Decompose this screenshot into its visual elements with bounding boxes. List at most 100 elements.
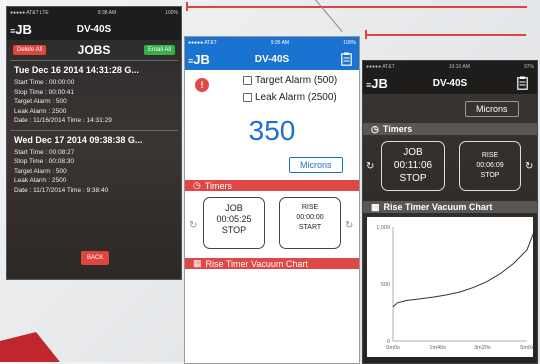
reset-job-timer-icon[interactable]: ↻ (366, 161, 374, 172)
device-title: DV-40S (432, 77, 468, 89)
brand-label: JB (15, 21, 32, 37)
job-date: Date : 11/16/2014 Time : 14:31:29 (14, 117, 112, 124)
back-button[interactable]: BACK (81, 251, 110, 265)
checkbox-box (243, 93, 252, 102)
job-start-time: Start Time : 00:08:27 (14, 148, 75, 156)
chart-label: Rise Timer Vacuum Chart (383, 202, 493, 212)
job-leak-alarm: Leak Alarm : 2500 (14, 107, 67, 115)
rise-timer-time: 00:06:09 (476, 162, 504, 169)
status-time: 10:10 AM (448, 63, 470, 70)
rise-timer-chart: 0 500 1,000 0m0s 1m40s 3m20s 5m0s (367, 217, 537, 357)
nav-bar: ≡JB DV-40S (7, 18, 181, 40)
phone-chart-screen: ●●●●● AT&T 10:10 AM 97% ≡JB DV-40S Micro… (362, 60, 538, 364)
menu-logo-button[interactable]: ≡JB (7, 22, 32, 37)
nav-bar: ≡JB DV-40S (185, 48, 359, 70)
reset-rise-timer-icon[interactable]: ↻ (525, 161, 533, 172)
target-alarm-checkbox[interactable]: Target Alarm (500) (243, 75, 337, 86)
rise-timer-action: START (298, 224, 322, 231)
job-timer-time: 00:11:06 (393, 160, 433, 171)
job-leak-alarm: Leak Alarm : 2500 (14, 177, 67, 184)
carrier-signal: ●●●●● AT&T LTE (10, 9, 49, 16)
y-tick-label: 1,000 (376, 225, 390, 231)
chart-svg: 05001,0000m0s 1m40s 3m20s 5m0s (376, 225, 537, 351)
clipboard-icon[interactable] (517, 76, 528, 90)
carrier-signal: ●●●●● AT&T (188, 39, 217, 46)
chart-icon: ▦ (371, 201, 380, 212)
job-timer-button[interactable]: JOB 00:11:06 STOP (381, 141, 445, 191)
timers-label: Timers (382, 124, 413, 134)
units-button[interactable]: Microns (289, 157, 343, 173)
callout-diagonal (315, 0, 343, 33)
callout-line-1 (187, 6, 527, 8)
rise-timer-button[interactable]: RISE 00:06:09 STOP (459, 141, 521, 191)
x-tick-label: 0m0s (386, 345, 400, 351)
rise-timer-time: 00:00:00 (296, 214, 324, 221)
job-stop-time: Stop Time : 00:08:30 (14, 158, 74, 165)
timers-section-header: ◷ Timers (185, 180, 359, 191)
job-list-item[interactable]: Tue Dec 16 2014 14:31:28 G... Start Time… (10, 60, 178, 128)
x-tick-label: 3m20s (474, 345, 491, 351)
leak-alarm-label: Leak Alarm (2500) (255, 92, 337, 103)
reset-job-timer-icon[interactable]: ↻ (189, 220, 197, 231)
y-tick-label: 500 (381, 282, 390, 288)
timers-label: Timers (204, 180, 233, 191)
job-timer-button[interactable]: JOB 00:05:25 STOP (203, 197, 265, 249)
device-title: DV-40S (76, 23, 112, 35)
rise-timer-label: RISE (301, 204, 319, 211)
job-date: Date : 11/17/2014 Time : 9:38:40 (14, 186, 109, 194)
timer-icon: ◷ (193, 180, 201, 190)
status-bar: ●●●●● AT&T LTE 9:38 AM 100% (7, 7, 181, 18)
job-start-time: Start Time : 00:00:00 (14, 79, 75, 86)
target-alarm-label: Target Alarm (500) (255, 75, 338, 86)
job-timer-time: 00:05:25 (216, 214, 252, 224)
nav-bar: ≡JB DV-40S (363, 72, 537, 94)
callout-line-2 (366, 34, 526, 36)
rise-timer-button[interactable]: RISE 00:00:00 START (279, 197, 341, 249)
timer-icon: ◷ (371, 123, 379, 134)
chart-section-header: ▦ Rise Timer Vacuum Chart (363, 201, 537, 213)
job-timer-label: JOB (225, 203, 243, 213)
job-timer-action: STOP (399, 173, 427, 184)
rise-timer-action: STOP (480, 172, 500, 179)
corner-decoration (0, 332, 60, 362)
status-bar: ●●●●● AT&T 9:35 AM 100% (185, 37, 359, 48)
job-timer-action: STOP (221, 225, 247, 235)
battery-level: 100% (165, 9, 178, 16)
job-target-alarm: Target Alarm : 500 (14, 98, 67, 105)
job-header: Tue Dec 16 2014 14:31:28 G... (14, 65, 139, 75)
alert-icon: ! (195, 78, 209, 92)
leak-alarm-checkbox[interactable]: Leak Alarm (2500) (243, 92, 337, 103)
brand-label: JB (371, 75, 388, 91)
job-timer-label: JOB (403, 147, 423, 158)
job-stop-time: Stop Time : 00:00:41 (14, 88, 74, 96)
job-header: Wed Dec 17 2014 09:38:38 G... (14, 134, 143, 145)
status-bar: ●●●●● AT&T 10:10 AM 97% (363, 61, 537, 72)
vacuum-reading: 350 (248, 115, 296, 146)
job-list-item[interactable]: Wed Dec 17 2014 09:38:38 G... Start Time… (10, 129, 178, 198)
status-time: 9:35 AM (270, 39, 290, 46)
menu-logo-button[interactable]: ≡JB (363, 76, 388, 91)
device-title: DV-40S (254, 53, 290, 65)
callout-cap-1 (186, 2, 188, 11)
email-all-button[interactable]: Email All (143, 45, 175, 55)
status-time: 9:38 AM (97, 9, 117, 16)
job-target-alarm: Target Alarm : 500 (14, 167, 67, 175)
jobs-toolbar: Delete All JOBS Email All (7, 40, 181, 60)
menu-logo-button[interactable]: ≡JB (185, 52, 210, 67)
units-button[interactable]: Microns (465, 101, 519, 117)
callout-cap-2 (365, 30, 367, 39)
battery-level: 100% (343, 39, 356, 46)
chart-section-header: ▦ Rise Timer Vacuum Chart (185, 258, 359, 269)
carrier-signal: ●●●●● AT&T (366, 63, 395, 70)
x-tick-label: 5m0s (520, 345, 533, 351)
clipboard-icon[interactable] (341, 52, 352, 66)
timers-section-header: ◷ Timers (363, 123, 537, 135)
phone-jobs-screen: ●●●●● AT&T LTE 9:38 AM 100% ≡JB DV-40S D… (6, 6, 182, 280)
brand-label: JB (193, 51, 210, 67)
reset-rise-timer-icon[interactable]: ↻ (345, 220, 353, 231)
battery-level: 97% (523, 63, 534, 70)
x-tick-label: 1m40s (429, 345, 446, 351)
delete-all-button[interactable]: Delete All (13, 45, 47, 55)
chart-label: Rise Timer Vacuum Chart (205, 258, 308, 269)
series-line (392, 226, 537, 308)
